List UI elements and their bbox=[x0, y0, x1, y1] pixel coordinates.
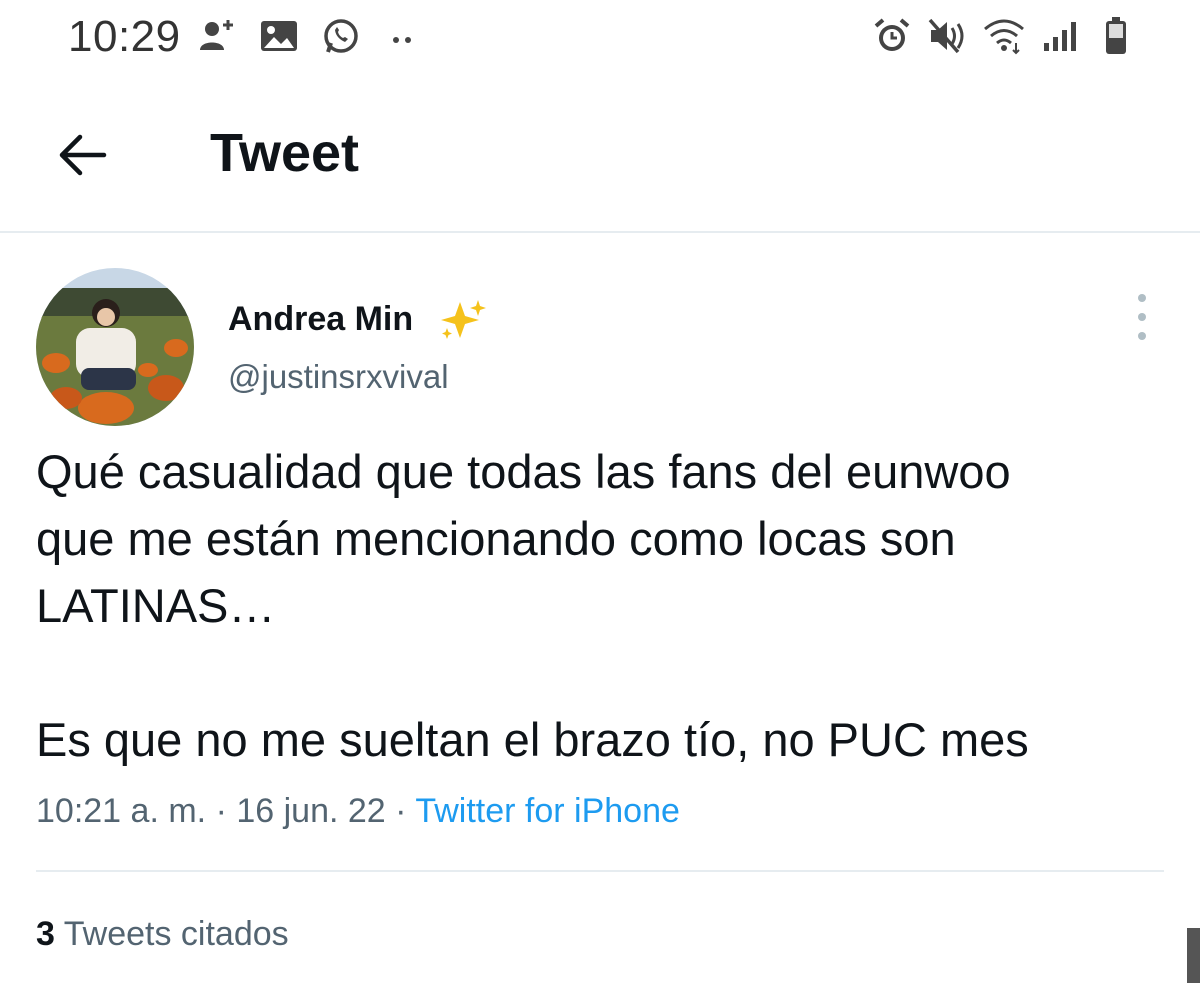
whatsapp-icon bbox=[319, 14, 363, 58]
meta-separator: · bbox=[215, 792, 227, 830]
scrollbar-thumb[interactable] bbox=[1187, 928, 1200, 983]
author-handle[interactable]: @justinsrxvival bbox=[228, 358, 449, 396]
tweet-header: Tweet bbox=[0, 78, 1200, 233]
battery-icon bbox=[1094, 14, 1138, 58]
tweet-text-line: Qué casualidad que todas las fans del eu… bbox=[36, 445, 1011, 498]
tweet-text-line: Es que no me sueltan el brazo tío, no PU… bbox=[36, 713, 1029, 766]
quote-count: 3 bbox=[36, 915, 55, 953]
mute-icon bbox=[926, 14, 970, 58]
divider bbox=[36, 870, 1164, 872]
status-right-icons bbox=[870, 14, 1138, 58]
add-person-icon bbox=[195, 14, 239, 58]
tweet-text-line: LATINAS… bbox=[36, 579, 276, 632]
more-vertical-icon bbox=[1138, 294, 1146, 302]
wifi-icon bbox=[982, 14, 1026, 58]
sparkles-icon bbox=[441, 300, 486, 339]
alarm-icon bbox=[870, 14, 914, 58]
tweet-time: 10:21 a. m. bbox=[36, 792, 207, 830]
avatar[interactable] bbox=[36, 268, 194, 426]
arrow-left-icon bbox=[59, 134, 107, 176]
status-time: 10:29 bbox=[68, 12, 181, 61]
tweet-text: Qué casualidad que todas las fans del eu… bbox=[36, 438, 1186, 773]
back-button[interactable] bbox=[50, 123, 114, 187]
status-bar: 10:29 bbox=[0, 0, 1200, 78]
more-notifications-icon bbox=[381, 14, 425, 58]
more-options-button[interactable] bbox=[1124, 294, 1160, 340]
image-icon bbox=[257, 14, 301, 58]
quote-label: Tweets citados bbox=[63, 915, 289, 953]
quote-tweets-link[interactable]: 3 Tweets citados bbox=[36, 915, 289, 954]
signal-icon bbox=[1038, 14, 1082, 58]
tweet-date: 16 jun. 22 bbox=[236, 792, 386, 830]
tweet-text-line: que me están mencionando como locas son bbox=[36, 512, 956, 565]
page-title: Tweet bbox=[210, 123, 360, 183]
author-name[interactable]: Andrea Min bbox=[228, 300, 413, 339]
meta-separator: · bbox=[395, 792, 407, 830]
tweet-source-link[interactable]: Twitter for iPhone bbox=[415, 792, 680, 830]
status-left-icons bbox=[195, 14, 425, 58]
tweet-meta: 10:21 a. m. · 16 jun. 22 · Twitter for i… bbox=[36, 792, 680, 831]
